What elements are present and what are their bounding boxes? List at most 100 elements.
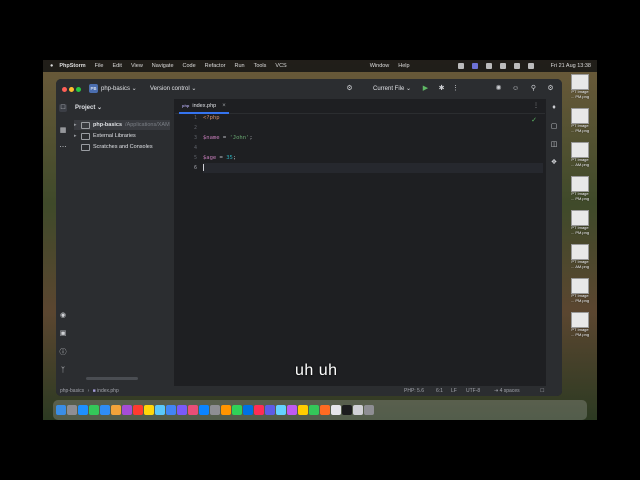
debug-icon[interactable]: ✱: [438, 85, 445, 92]
desktop-file-label[interactable]: PT Image... PM.png: [563, 225, 597, 235]
battery-icon[interactable]: [499, 63, 506, 69]
screen-record-icon[interactable]: [471, 63, 478, 69]
status-breadcrumb[interactable]: php-basics › ■ index.php: [60, 388, 119, 394]
podcasts-icon[interactable]: [122, 405, 132, 415]
search-icon[interactable]: [527, 63, 534, 69]
slack-icon[interactable]: [265, 405, 275, 415]
files-icon[interactable]: [298, 405, 308, 415]
desktop-file-thumbnail[interactable]: [571, 176, 589, 192]
menu-run[interactable]: Run: [234, 63, 244, 69]
desktop-file-label[interactable]: PT Image... PM.png: [563, 89, 597, 99]
desktop-file-label[interactable]: PT Image... PM.png: [563, 123, 597, 133]
keynote-icon[interactable]: [243, 405, 253, 415]
php-version-widget[interactable]: PHP: 5.6: [404, 388, 424, 394]
line-separator-widget[interactable]: LF: [451, 388, 457, 394]
phpstorm-icon[interactable]: [188, 405, 198, 415]
messages-icon[interactable]: [89, 405, 99, 415]
plugin-icon[interactable]: ❖: [550, 159, 558, 167]
menu-navigate[interactable]: Navigate: [152, 63, 174, 69]
minimize-window-button[interactable]: [69, 87, 74, 92]
preview-icon[interactable]: [331, 405, 341, 415]
menu-code[interactable]: Code: [183, 63, 196, 69]
figma-icon[interactable]: [287, 405, 297, 415]
account-icon[interactable]: ☺: [512, 85, 519, 92]
settings-icon[interactable]: ⚙: [547, 85, 554, 92]
menu-view[interactable]: View: [131, 63, 143, 69]
desktop-file-label[interactable]: PT Image... PM.png: [563, 327, 597, 337]
calendar-icon[interactable]: [133, 405, 143, 415]
menu-edit[interactable]: Edit: [112, 63, 121, 69]
project-selector[interactable]: php-basics ⌄: [101, 85, 137, 92]
notifications-icon[interactable]: ♦: [550, 104, 558, 112]
encoding-widget[interactable]: UTF-8: [466, 388, 480, 394]
menu-tools[interactable]: Tools: [254, 63, 267, 69]
inspection-ok-icon[interactable]: ✓: [531, 116, 537, 124]
zoom-window-button[interactable]: [76, 87, 81, 92]
telegram-icon[interactable]: [276, 405, 286, 415]
lock-icon[interactable]: ☐: [540, 388, 544, 394]
firefox-icon[interactable]: [320, 405, 330, 415]
more-icon[interactable]: ⋮: [452, 85, 459, 92]
project-panel-header[interactable]: Project ⌄: [75, 104, 102, 111]
safari-icon[interactable]: [78, 405, 88, 415]
code-editor[interactable]: php index.php × ⋮ 1 2 3 4 5 6 <?php $nam…: [175, 99, 545, 386]
chevron-right-icon[interactable]: ▸: [74, 133, 81, 139]
numbers-icon[interactable]: [232, 405, 242, 415]
chevron-right-icon[interactable]: ▸: [74, 122, 81, 128]
horizontal-scrollbar[interactable]: [86, 377, 138, 380]
menu-help[interactable]: Help: [398, 63, 409, 69]
git-tool-icon[interactable]: ᛉ: [59, 367, 67, 375]
whatsapp-icon[interactable]: [309, 405, 319, 415]
desktop-file-label[interactable]: PT Image... AM.png: [563, 157, 597, 167]
database-icon[interactable]: ◫: [550, 141, 558, 149]
run-config-selector[interactable]: Current File ⌄: [373, 85, 411, 92]
trash-icon[interactable]: [364, 405, 374, 415]
close-icon[interactable]: ×: [222, 103, 226, 109]
photos-icon[interactable]: [111, 405, 121, 415]
menu-file[interactable]: File: [95, 63, 104, 69]
finder-icon[interactable]: [56, 405, 66, 415]
music-icon[interactable]: [254, 405, 264, 415]
project-badge[interactable]: PB: [89, 84, 98, 93]
tab-index-php[interactable]: php index.php ×: [179, 99, 229, 114]
desktop-file-thumbnail[interactable]: [571, 142, 589, 158]
tree-item-scratches[interactable]: Scratches and Consoles: [74, 142, 153, 152]
vscode-icon[interactable]: [177, 405, 187, 415]
structure-tool-icon[interactable]: ▦: [59, 127, 67, 135]
desktop-file-label[interactable]: PT Image... AM.png: [563, 259, 597, 269]
downloads-stack-icon[interactable]: [353, 405, 363, 415]
bug-icon[interactable]: ⚙: [346, 85, 353, 92]
desktop-file-label[interactable]: PT Image... PM.png: [563, 293, 597, 303]
desktop-file-thumbnail[interactable]: [571, 74, 589, 90]
desktop-file-thumbnail[interactable]: [571, 278, 589, 294]
menu-window[interactable]: Window: [370, 63, 390, 69]
desktop-file-thumbnail[interactable]: [571, 244, 589, 260]
breadcrumb-file[interactable]: index.php: [97, 388, 119, 394]
project-tool-icon[interactable]: □: [59, 104, 67, 112]
vcs-selector[interactable]: Version control ⌄: [150, 85, 196, 92]
menu-refactor[interactable]: Refactor: [205, 63, 226, 69]
pages-icon[interactable]: [221, 405, 231, 415]
caret-position-widget[interactable]: 6:1: [436, 388, 443, 394]
apple-icon[interactable]: ●: [50, 63, 53, 69]
app-store-icon[interactable]: [155, 405, 165, 415]
problems-tool-icon[interactable]: ⓘ: [59, 349, 67, 357]
zoom-icon[interactable]: [199, 405, 209, 415]
wifi-icon[interactable]: [513, 63, 520, 69]
chrome-icon[interactable]: [166, 405, 176, 415]
terminal-tool-icon[interactable]: ▣: [59, 330, 67, 338]
breadcrumb-project[interactable]: php-basics: [60, 388, 84, 394]
notes-icon[interactable]: [144, 405, 154, 415]
tree-item-external-libraries[interactable]: ▸ External Libraries: [74, 131, 136, 141]
ai-chat-icon[interactable]: ▢: [550, 123, 558, 131]
system-settings-icon[interactable]: [210, 405, 220, 415]
terminal-app-icon[interactable]: [342, 405, 352, 415]
menubar-clock[interactable]: Fri 21 Aug 13:38: [551, 63, 591, 69]
desktop-file-thumbnail[interactable]: [571, 108, 589, 124]
launchpad-icon[interactable]: [67, 405, 77, 415]
menu-app-name[interactable]: PhpStorm: [59, 63, 85, 69]
menu-vcs[interactable]: VCS: [275, 63, 286, 69]
search-everywhere-icon[interactable]: ⚲: [530, 85, 537, 92]
tree-item-project-root[interactable]: ▸ php-basics /Applications/XAM: [74, 120, 170, 130]
services-tool-icon[interactable]: ◉: [59, 312, 67, 320]
